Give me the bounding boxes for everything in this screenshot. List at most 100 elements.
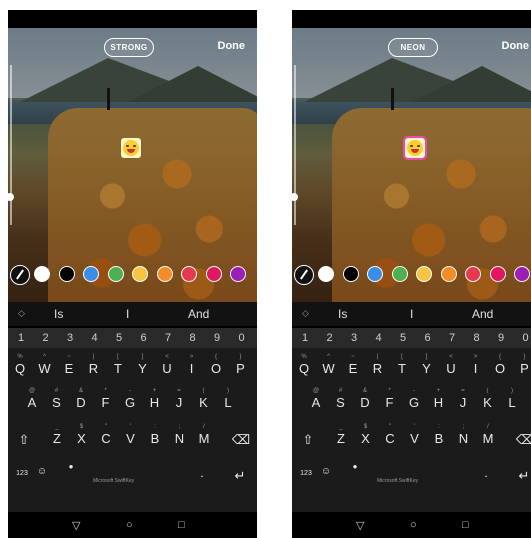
number-key[interactable]: 5: [109, 332, 129, 344]
period-key[interactable]: .: [194, 466, 210, 480]
letter-key[interactable]: _ Z: [331, 424, 351, 446]
letter-key[interactable]: :B: [145, 424, 165, 446]
letter-key[interactable]: & D: [355, 388, 375, 410]
letter-key[interactable]: < U: [157, 354, 177, 376]
number-key[interactable]: 9: [491, 332, 511, 344]
letter-key[interactable]: + H: [145, 388, 165, 410]
letter-key[interactable]: $ X: [356, 424, 376, 446]
letter-key[interactable]: " C: [380, 424, 400, 446]
letter-key[interactable]: _ Z: [47, 424, 67, 446]
letter-key[interactable]: ' V: [405, 424, 425, 446]
letter-key[interactable]: (K: [194, 388, 214, 410]
letter-key[interactable]: | R: [368, 354, 388, 376]
color-swatch[interactable]: [342, 266, 359, 282]
text-style-button[interactable]: NEON: [388, 38, 438, 57]
nav-back-icon[interactable]: ▽: [356, 519, 364, 532]
color-swatch[interactable]: [318, 266, 334, 282]
mode-switch-key[interactable]: 123: [10, 470, 34, 477]
letter-key[interactable]: = J: [169, 388, 189, 410]
number-key[interactable]: 9: [207, 332, 227, 344]
enter-icon[interactable]: ↵: [514, 468, 531, 484]
letter-key[interactable]: # S: [47, 388, 67, 410]
nav-recent-icon[interactable]: □: [462, 519, 469, 531]
color-swatch[interactable]: [230, 266, 246, 282]
text-style-button[interactable]: STRONG: [104, 38, 154, 57]
number-key[interactable]: 3: [344, 332, 364, 344]
letter-key[interactable]: ' V: [121, 424, 141, 446]
letter-key[interactable]: > I: [182, 354, 202, 376]
color-swatch[interactable]: [156, 266, 173, 282]
letter-key[interactable]: = J: [453, 388, 473, 410]
color-swatch[interactable]: [367, 266, 383, 282]
number-key[interactable]: 5: [393, 332, 413, 344]
color-swatch[interactable]: [205, 266, 222, 282]
color-swatch[interactable]: [181, 266, 197, 282]
color-swatch[interactable]: [489, 266, 506, 282]
emoji-sticker[interactable]: [121, 138, 141, 158]
color-swatch[interactable]: [107, 266, 124, 282]
letter-key[interactable]: ) L: [502, 388, 522, 410]
letter-key[interactable]: ^ W: [35, 354, 55, 376]
letter-key[interactable]: @ A: [22, 388, 42, 410]
emoji-sticker[interactable]: [403, 136, 427, 160]
suggestion-item[interactable]: I: [410, 307, 413, 321]
letter-key[interactable]: [T: [108, 354, 128, 376]
shift-icon[interactable]: ⇧: [14, 432, 34, 448]
letter-key[interactable]: * F: [96, 388, 116, 410]
number-key[interactable]: 7: [158, 332, 178, 344]
color-swatch[interactable]: [391, 266, 408, 282]
color-swatch[interactable]: [34, 266, 50, 282]
done-button[interactable]: Done: [218, 40, 246, 52]
number-key[interactable]: 2: [320, 332, 340, 344]
letter-key[interactable]: * F: [380, 388, 400, 410]
letter-key[interactable]: & D: [71, 388, 91, 410]
letter-key[interactable]: {O: [206, 354, 226, 376]
nav-home-icon[interactable]: ○: [126, 519, 133, 531]
expand-suggestions-icon[interactable]: ◇: [302, 308, 309, 319]
letter-key[interactable]: ; N: [454, 424, 474, 446]
letter-key[interactable]: -G: [404, 388, 424, 410]
letter-key[interactable]: / M: [478, 424, 498, 446]
letter-key[interactable]: } P: [231, 354, 251, 376]
text-size-slider[interactable]: [294, 65, 296, 225]
color-swatch[interactable]: [416, 266, 432, 282]
text-size-slider[interactable]: [10, 65, 12, 225]
done-button[interactable]: Done: [502, 40, 530, 52]
number-key[interactable]: 8: [183, 332, 203, 344]
number-key[interactable]: 1: [295, 332, 315, 344]
emoji-icon[interactable]: ☺: [34, 466, 50, 477]
letter-key[interactable]: ^ W: [319, 354, 339, 376]
number-key[interactable]: 8: [467, 332, 487, 344]
letter-key[interactable]: > I: [466, 354, 486, 376]
suggestion-item[interactable]: Is: [338, 307, 347, 321]
period-key[interactable]: .: [478, 466, 494, 480]
letter-key[interactable]: {O: [490, 354, 510, 376]
number-key[interactable]: 0: [232, 332, 252, 344]
letter-key[interactable]: $ X: [72, 424, 92, 446]
number-key[interactable]: 7: [442, 332, 462, 344]
suggestion-item[interactable]: Is: [54, 307, 63, 321]
number-key[interactable]: 6: [418, 332, 438, 344]
nav-back-icon[interactable]: ▽: [72, 519, 80, 532]
pen-icon[interactable]: [10, 265, 30, 285]
emoji-icon[interactable]: ☺: [318, 466, 334, 477]
number-key[interactable]: 4: [369, 332, 389, 344]
suggestion-item[interactable]: And: [472, 307, 493, 321]
letter-key[interactable]: :B: [429, 424, 449, 446]
letter-key[interactable]: % Q: [294, 354, 314, 376]
number-key[interactable]: 6: [134, 332, 154, 344]
color-swatch[interactable]: [132, 266, 148, 282]
letter-key[interactable]: / M: [194, 424, 214, 446]
letter-key[interactable]: % Q: [10, 354, 30, 376]
backspace-icon[interactable]: ⌫: [514, 432, 531, 448]
suggestion-item[interactable]: And: [188, 307, 209, 321]
enter-icon[interactable]: ↵: [230, 468, 250, 484]
number-key[interactable]: 3: [60, 332, 80, 344]
number-key[interactable]: 4: [85, 332, 105, 344]
nav-recent-icon[interactable]: □: [178, 519, 185, 531]
letter-key[interactable]: ~ E: [343, 354, 363, 376]
mode-switch-key[interactable]: 123: [294, 470, 318, 477]
letter-key[interactable]: -G: [120, 388, 140, 410]
letter-key[interactable]: ] Y: [133, 354, 153, 376]
letter-key[interactable]: @ A: [306, 388, 326, 410]
